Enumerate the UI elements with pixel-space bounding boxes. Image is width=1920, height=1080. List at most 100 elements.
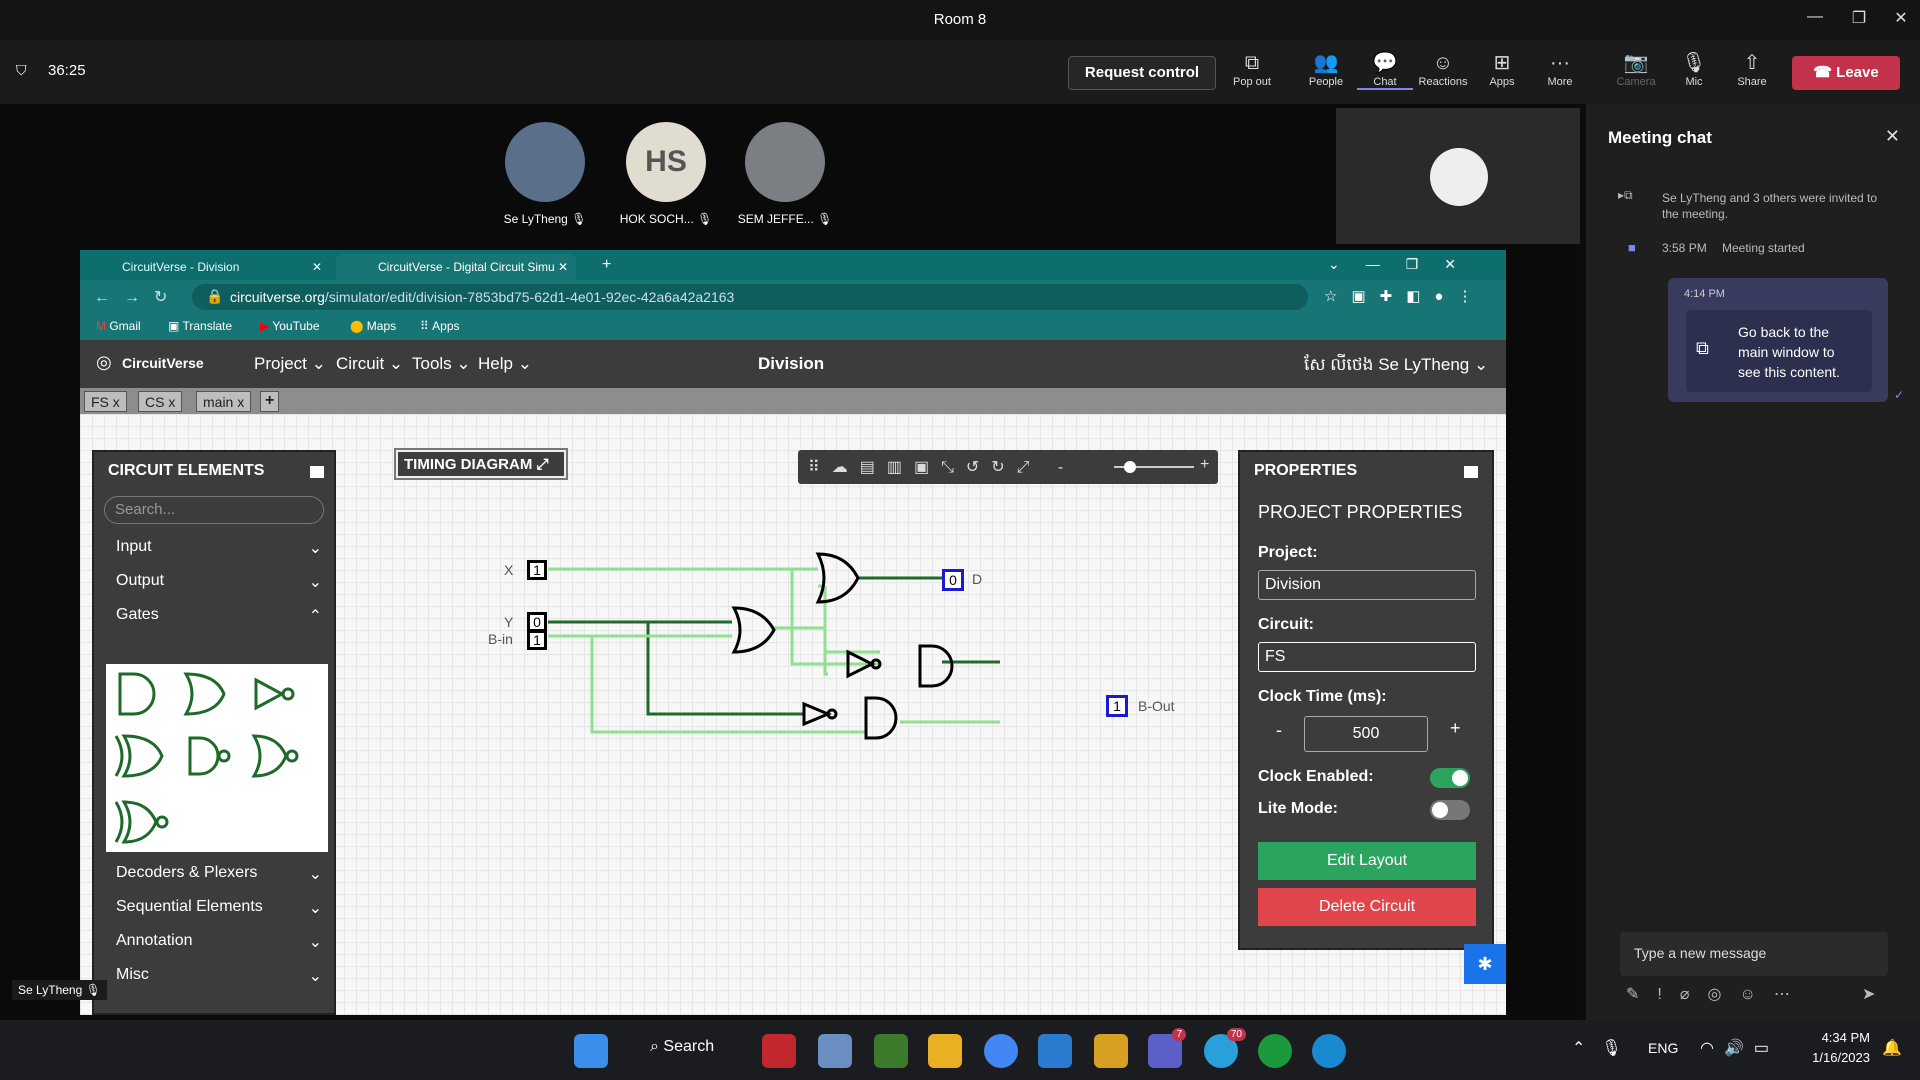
participant-tile[interactable]: HS HOK SOCH... 🎙 bbox=[611, 122, 721, 226]
clock-time-input[interactable]: 500 bbox=[1304, 716, 1428, 752]
add-circuit-icon[interactable]: + bbox=[260, 391, 280, 412]
new-tab-icon[interactable]: + bbox=[602, 256, 611, 274]
compose-actions[interactable]: ✎!⌀◎☺⋯ bbox=[1626, 984, 1808, 1004]
bookmark-maps[interactable]: ⬤ Maps bbox=[350, 319, 396, 333]
bookmark-youtube[interactable]: ▶ YouTube bbox=[260, 319, 320, 333]
format-icon[interactable]: ✎ bbox=[1626, 986, 1657, 1003]
camera-button[interactable]: 📷 Camera bbox=[1608, 50, 1664, 88]
search-input[interactable]: Search... bbox=[104, 496, 324, 524]
minimize-icon[interactable]: — bbox=[1800, 8, 1830, 32]
vscode-icon[interactable] bbox=[1038, 1034, 1072, 1068]
taskbar-search[interactable]: ⌕ Search bbox=[650, 1038, 714, 1056]
reload-icon[interactable]: ↻ bbox=[154, 289, 181, 306]
input-y-value[interactable]: 0 bbox=[527, 612, 547, 632]
attach-icon[interactable]: ⌀ bbox=[1680, 986, 1708, 1003]
app-icon[interactable] bbox=[762, 1034, 796, 1068]
message-input[interactable]: Type a new message bbox=[1620, 932, 1888, 976]
close-icon[interactable]: ✕ bbox=[558, 260, 568, 274]
more-options-icon[interactable]: ⋯ bbox=[1774, 986, 1808, 1003]
participant-tile[interactable]: Se LyTheng 🎙 bbox=[490, 122, 600, 226]
clock-increment-button[interactable]: + bbox=[1450, 718, 1461, 739]
menu-help[interactable]: Help ⌄ bbox=[478, 354, 532, 374]
request-control-button[interactable]: Request control bbox=[1068, 56, 1216, 90]
forward-icon[interactable]: → bbox=[124, 289, 154, 306]
bookmark-gmail[interactable]: M Gmail bbox=[96, 319, 141, 333]
extensions-icon[interactable]: ✚ bbox=[1380, 288, 1407, 305]
browser-tab[interactable]: CircuitVerse - Division ✕ bbox=[80, 254, 330, 280]
simulator-canvas[interactable]: CIRCUIT ELEMENTS Search... Input ⌄ Output… bbox=[80, 414, 1506, 1015]
people-button[interactable]: 👥 People bbox=[1298, 50, 1354, 88]
leave-button[interactable]: ☎ Leave bbox=[1792, 56, 1900, 90]
app-icon[interactable] bbox=[1094, 1034, 1128, 1068]
share-button[interactable]: ⇧ Share bbox=[1724, 50, 1780, 88]
back-icon[interactable]: ← bbox=[94, 289, 124, 306]
menu-tools[interactable]: Tools ⌄ bbox=[412, 354, 471, 374]
browser-tab-active[interactable]: CircuitVerse - Digital Circuit Simu ✕ bbox=[336, 254, 576, 280]
toolbar-icons[interactable]: ⠿☁▤▥▣⤡↺↻⤢ - bbox=[808, 457, 1075, 477]
folder-icon[interactable] bbox=[928, 1034, 962, 1068]
zoom-in-icon[interactable]: + bbox=[1200, 456, 1209, 474]
tray-icons[interactable]: ⌃🎙 bbox=[1572, 1038, 1638, 1058]
xbox-icon[interactable] bbox=[1258, 1034, 1292, 1068]
language-indicator[interactable]: ENG bbox=[1648, 1040, 1678, 1056]
edit-layout-button[interactable]: Edit Layout bbox=[1258, 842, 1476, 880]
popout-button[interactable]: ⧉ Pop out bbox=[1224, 50, 1280, 88]
menu-circuit[interactable]: Circuit ⌄ bbox=[336, 354, 403, 374]
category-annotation[interactable]: Annotation ⌄ bbox=[116, 932, 326, 951]
category-misc[interactable]: Misc ⌄ bbox=[116, 966, 326, 985]
user-menu[interactable]: សែ លីថេង Se LyTheng ⌄ bbox=[1304, 354, 1488, 379]
chat-button[interactable]: 💬 Chat bbox=[1357, 50, 1413, 90]
message-card[interactable]: ⧉ Go back to the main window to see this… bbox=[1686, 310, 1872, 392]
notification-icon[interactable]: 🔔 bbox=[1882, 1038, 1902, 1058]
menu-project[interactable]: Project ⌄ bbox=[254, 354, 326, 374]
windows-start-icon[interactable] bbox=[574, 1034, 608, 1068]
restore-icon[interactable]: ❐ bbox=[1844, 8, 1874, 32]
profile-icon[interactable]: ● bbox=[1434, 288, 1457, 305]
lite-mode-toggle[interactable] bbox=[1430, 800, 1470, 820]
url-input[interactable]: 🔒 circuitverse.org/simulator/edit/divisio… bbox=[192, 284, 1308, 310]
timing-diagram-button[interactable]: TIMING DIAGRAM ⤢ bbox=[394, 448, 568, 480]
project-name-input[interactable]: Division bbox=[1258, 570, 1476, 600]
nvidia-icon[interactable] bbox=[874, 1034, 908, 1068]
star-icon[interactable]: ☆ bbox=[1324, 288, 1351, 305]
telegram-icon[interactable]: 70 bbox=[1204, 1028, 1246, 1068]
more-button[interactable]: ··· More bbox=[1532, 50, 1588, 88]
circuit-tab[interactable]: main x bbox=[196, 391, 252, 412]
clock-time[interactable]: 4:34 PM bbox=[1800, 1030, 1870, 1045]
reactions-button[interactable]: ☺ Reactions bbox=[1415, 50, 1471, 88]
close-icon[interactable]: ✕ bbox=[312, 260, 322, 274]
category-output[interactable]: Output ⌄ bbox=[116, 572, 326, 591]
category-input[interactable]: Input ⌄ bbox=[116, 538, 326, 557]
sidepanel-icon[interactable]: ◧ bbox=[1406, 288, 1434, 305]
circuit-name-input[interactable]: FS bbox=[1258, 642, 1476, 672]
system-tray[interactable]: ◠🔊▭ bbox=[1700, 1038, 1779, 1058]
emoji-icon[interactable]: ☺ bbox=[1739, 986, 1773, 1003]
nav-buttons[interactable]: ←→↻ bbox=[94, 287, 181, 307]
edge-icon[interactable] bbox=[1312, 1034, 1346, 1068]
teams-icon[interactable]: 7 bbox=[1148, 1028, 1186, 1068]
translate-icon[interactable]: ▣ bbox=[1351, 288, 1379, 305]
circuit-tab[interactable]: CS x bbox=[138, 391, 183, 412]
important-icon[interactable]: ! bbox=[1657, 986, 1679, 1003]
clock-enabled-toggle[interactable] bbox=[1430, 768, 1470, 788]
apps-button[interactable]: ⊞ Apps bbox=[1474, 50, 1530, 88]
minimize-icon[interactable] bbox=[310, 466, 324, 478]
input-bin-value[interactable]: 1 bbox=[527, 630, 547, 650]
close-icon[interactable]: ✕ bbox=[1886, 8, 1916, 32]
wifi-icon[interactable]: ◠ bbox=[1700, 1040, 1724, 1057]
volume-icon[interactable]: 🔊 bbox=[1724, 1040, 1754, 1057]
menu-icon[interactable]: ⋮ bbox=[1457, 288, 1486, 305]
circuit-tab[interactable]: FS x bbox=[84, 391, 127, 412]
close-icon[interactable]: ✕ bbox=[1885, 126, 1900, 147]
clock-date[interactable]: 1/16/2023 bbox=[1800, 1050, 1870, 1065]
chevron-up-icon[interactable]: ⌃ bbox=[1572, 1040, 1601, 1057]
browser-window-controls[interactable]: ⌄—❐✕ bbox=[1328, 256, 1482, 273]
input-x-value[interactable]: 1 bbox=[527, 560, 547, 580]
battery-icon[interactable]: ▭ bbox=[1754, 1040, 1779, 1057]
bookmark-apps[interactable]: ⠿ Apps bbox=[420, 319, 460, 333]
mic-icon[interactable]: 🎙 bbox=[1601, 1040, 1637, 1057]
circuit-diagram[interactable] bbox=[480, 524, 1000, 744]
app-icon[interactable] bbox=[818, 1034, 852, 1068]
send-icon[interactable]: ➤ bbox=[1862, 984, 1875, 1004]
category-sequential[interactable]: Sequential Elements ⌄ bbox=[116, 898, 326, 917]
